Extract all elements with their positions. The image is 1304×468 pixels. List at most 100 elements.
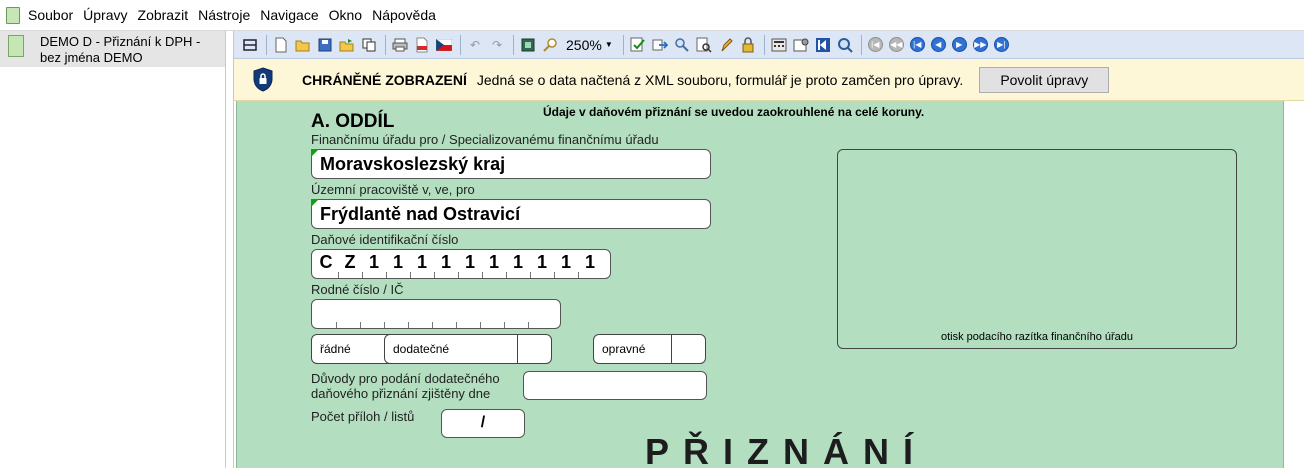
save-icon[interactable] bbox=[317, 37, 333, 53]
calculator-icon[interactable] bbox=[771, 37, 787, 53]
menu-navigace[interactable]: Navigace bbox=[260, 7, 318, 23]
rc-field[interactable] bbox=[311, 299, 561, 329]
protected-view-bar: CHRÁNĚNÉ ZOBRAZENÍ Jedná se o data načte… bbox=[234, 59, 1304, 101]
menu-upravy[interactable]: Úpravy bbox=[83, 7, 127, 23]
czech-flag-icon[interactable] bbox=[436, 37, 452, 53]
check-icon[interactable] bbox=[630, 37, 646, 53]
corrective-filing-label: opravné bbox=[602, 342, 646, 356]
undo-icon[interactable]: ↶ bbox=[467, 37, 483, 53]
toolbar-separator bbox=[513, 34, 514, 55]
dic-character: 1 bbox=[464, 252, 475, 272]
document-list-panel: DEMO D - Přiznání k DPH - bez jména DEMO bbox=[0, 31, 226, 468]
tax-return-form-page: Údaje v daňovém přiznání se uvedou zaokr… bbox=[236, 101, 1284, 468]
menu-bar: Soubor Úpravy Zobrazit Nástroje Navigace… bbox=[0, 0, 1304, 31]
pen-icon[interactable] bbox=[718, 37, 734, 53]
redo-icon[interactable]: ↷ bbox=[489, 37, 505, 53]
reasons-label-line1: Důvody pro podání dodatečného bbox=[311, 371, 500, 386]
enable-editing-button[interactable]: Povolit úpravy bbox=[979, 66, 1110, 93]
document-list-item[interactable]: DEMO D - Přiznání k DPH - bez jména DEMO bbox=[0, 31, 225, 67]
search-icon[interactable] bbox=[674, 37, 690, 53]
dic-character: 1 bbox=[488, 252, 499, 272]
attachments-value: / bbox=[480, 414, 486, 431]
next-icon[interactable]: ▶ bbox=[951, 37, 967, 52]
additional-filing-cell bbox=[517, 335, 551, 363]
form-title: PŘIZNÁNÍ bbox=[645, 431, 927, 468]
comb-tick bbox=[458, 272, 459, 278]
zoom-icon[interactable] bbox=[542, 37, 558, 53]
previous-icon[interactable] bbox=[815, 37, 831, 53]
reasons-label-line2: daňového přiznání zjištěny dne bbox=[311, 386, 491, 401]
workplace-label: Územní pracoviště v, ve, pro bbox=[311, 182, 475, 197]
workplace-field[interactable]: Frýdlantě nad Ostravicí bbox=[311, 199, 711, 229]
open-folder-icon[interactable] bbox=[295, 37, 311, 53]
comb-tick bbox=[432, 322, 433, 328]
toolbar-separator bbox=[266, 34, 267, 55]
office-value: Moravskoslezský kraj bbox=[320, 154, 506, 174]
comb-tick bbox=[578, 272, 579, 278]
additional-filing-checkbox[interactable]: dodatečné bbox=[384, 334, 552, 364]
toolbar-separator bbox=[622, 34, 624, 55]
next-page-icon[interactable]: ▶▶ bbox=[972, 37, 988, 52]
menu-napoveda[interactable]: Nápověda bbox=[372, 7, 436, 23]
dic-field[interactable]: CZ1111111111 bbox=[311, 249, 611, 279]
protected-view-message: Jedná se o data načtená z XML souboru, f… bbox=[476, 71, 964, 88]
comb-tick bbox=[362, 272, 363, 278]
new-document-icon[interactable] bbox=[273, 37, 289, 53]
forward-icon[interactable] bbox=[652, 37, 668, 53]
print-icon[interactable] bbox=[392, 37, 408, 53]
document-title-line2: bez jména DEMO bbox=[40, 50, 143, 65]
pdf-icon[interactable] bbox=[414, 37, 430, 53]
app-document-icon bbox=[6, 6, 20, 24]
lock-icon[interactable] bbox=[740, 36, 756, 53]
additional-filing-label: dodatečné bbox=[393, 342, 450, 356]
comb-tick bbox=[504, 322, 505, 328]
toolbar-separator bbox=[763, 34, 765, 55]
section-title: A. ODDÍL bbox=[311, 111, 395, 132]
required-marker bbox=[311, 199, 319, 207]
settings-icon[interactable] bbox=[793, 37, 809, 53]
office-field[interactable]: Moravskoslezský kraj bbox=[311, 149, 711, 179]
corrective-filing-checkbox[interactable]: opravné bbox=[593, 334, 706, 364]
document-icon bbox=[8, 35, 24, 57]
form-viewport: Údaje v daňovém přiznání se uvedou zaokr… bbox=[234, 101, 1304, 468]
comb-tick bbox=[480, 322, 481, 328]
menu-nastroje[interactable]: Nástroje bbox=[198, 7, 250, 23]
fit-page-icon[interactable] bbox=[520, 37, 536, 53]
document-title-line1: DEMO D - Přiznání k DPH - bbox=[40, 34, 201, 49]
dic-label: Daňové identifikační číslo bbox=[311, 232, 459, 247]
menu-zobrazit[interactable]: Zobrazit bbox=[138, 7, 189, 23]
comb-tick bbox=[384, 322, 385, 328]
comb-tick bbox=[386, 272, 387, 278]
dic-character: C bbox=[319, 252, 333, 272]
help-icon[interactable] bbox=[837, 37, 853, 53]
shield-lock-icon bbox=[253, 67, 273, 92]
comb-tick bbox=[410, 272, 411, 278]
zoom-select[interactable]: 250% ▼ bbox=[566, 37, 613, 53]
toolbar-separator bbox=[460, 34, 461, 55]
comb-tick bbox=[506, 272, 507, 278]
comb-tick bbox=[338, 272, 339, 278]
rc-label: Rodné číslo / IČ bbox=[311, 282, 404, 297]
previous-page-icon[interactable]: ◀ bbox=[930, 37, 946, 52]
first-icon[interactable]: |◀ bbox=[909, 37, 925, 52]
attachments-field[interactable]: / bbox=[441, 409, 525, 438]
menu-soubor[interactable]: Soubor bbox=[28, 7, 73, 23]
regular-filing-label: řádné bbox=[320, 342, 351, 356]
previous-gray-icon[interactable]: ◀◀ bbox=[888, 37, 904, 52]
first-page-icon[interactable]: |◀ bbox=[867, 37, 883, 52]
dic-character: 1 bbox=[560, 252, 571, 272]
comb-tick bbox=[528, 322, 529, 328]
protected-view-title: CHRÁNĚNÉ ZOBRAZENÍ bbox=[302, 71, 467, 88]
menu-icon[interactable] bbox=[242, 37, 258, 53]
reasons-date-field[interactable] bbox=[523, 371, 707, 400]
panel-splitter[interactable] bbox=[226, 31, 234, 468]
last-page-icon[interactable]: ▶| bbox=[993, 37, 1009, 52]
copy-icon[interactable] bbox=[361, 37, 377, 53]
export-folder-icon[interactable] bbox=[339, 37, 355, 53]
dic-character: 1 bbox=[392, 252, 403, 272]
comb-tick bbox=[408, 322, 409, 328]
dic-character: Z bbox=[344, 252, 356, 272]
filing-stamp-box: otisk podacího razítka finančního úřadu bbox=[837, 149, 1237, 349]
document-search-icon[interactable] bbox=[696, 37, 712, 53]
menu-okno[interactable]: Okno bbox=[329, 7, 362, 23]
